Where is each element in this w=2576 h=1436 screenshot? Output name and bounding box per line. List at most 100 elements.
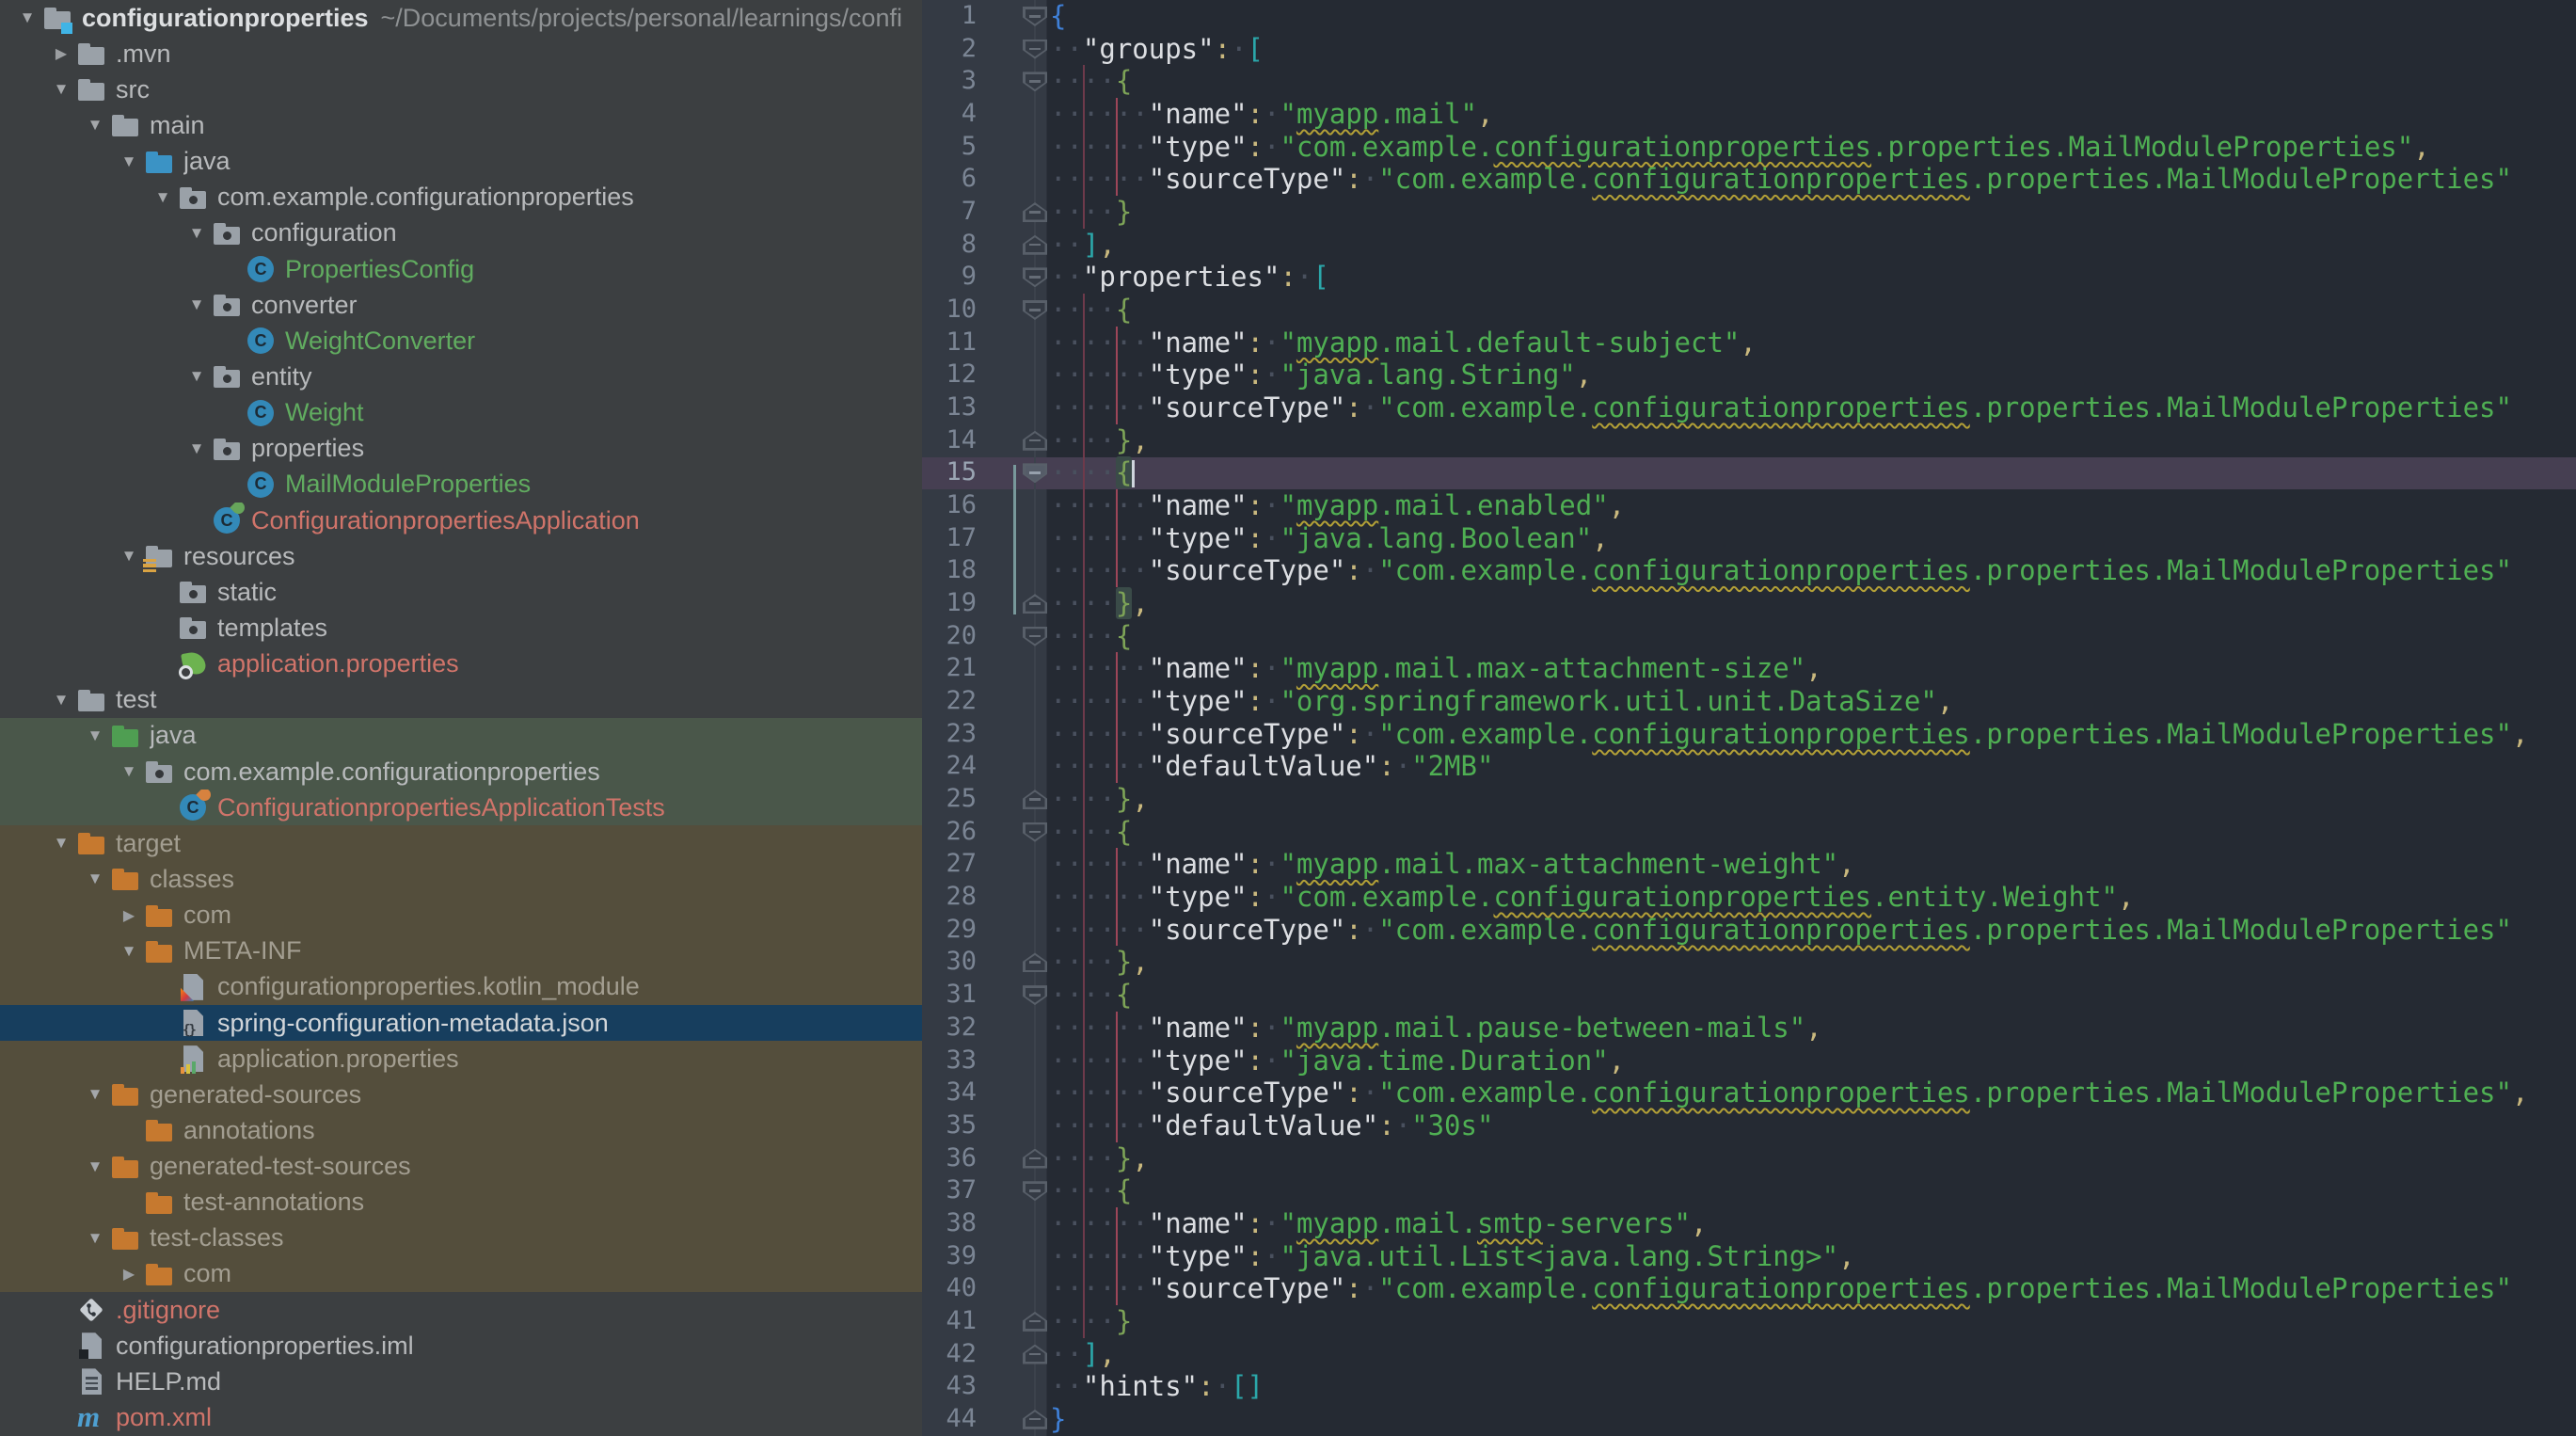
tree-item-com[interactable]: ▶ com [0, 897, 922, 933]
code-line[interactable]: ······"sourceType":·"com.example.configu… [1050, 717, 2576, 751]
code-line[interactable]: ······"sourceType":·"com.example.configu… [1050, 163, 2576, 197]
code-line[interactable]: ······"sourceType":·"com.example.configu… [1050, 1272, 2576, 1305]
line-number[interactable]: 4 [922, 98, 977, 131]
fold-start-icon[interactable] [1023, 72, 1047, 92]
line-number[interactable]: 24 [922, 750, 977, 783]
fold-start-icon[interactable] [1023, 463, 1047, 484]
fold-start-icon[interactable] [1023, 267, 1047, 288]
line-number[interactable]: 29 [922, 914, 977, 947]
chevron-right-icon[interactable]: ▶ [115, 906, 143, 925]
code-line[interactable]: ······"type":·"java.util.List<java.lang.… [1050, 1239, 2576, 1273]
tree-item-main[interactable]: ▼ main [0, 107, 922, 143]
code-line[interactable]: ····{ [1050, 815, 2576, 849]
tree-item-meta-inf[interactable]: ▼ META-INF [0, 933, 922, 969]
line-number[interactable]: 42 [922, 1338, 977, 1371]
tree-item-com-example-configurationproperties[interactable]: ▼ com.example.configurationproperties [0, 180, 922, 215]
line-number[interactable]: 6 [922, 163, 977, 196]
line-number[interactable]: 3 [922, 65, 977, 98]
line-number[interactable]: 40 [922, 1272, 977, 1305]
tree-item-weightconverter[interactable]: C WeightConverter [0, 323, 922, 359]
line-number[interactable]: 32 [922, 1012, 977, 1045]
fold-start-icon[interactable] [1023, 626, 1047, 646]
line-number[interactable]: 22 [922, 685, 977, 718]
line-number[interactable]: 27 [922, 848, 977, 881]
code-line[interactable]: ······"name":·"myapp.mail.pause-between-… [1050, 1011, 2576, 1045]
tree-item-templates[interactable]: templates [0, 610, 922, 646]
tree-item-static[interactable]: static [0, 574, 922, 610]
tree-item-configurationproperties[interactable]: ▼ configurationproperties ~/Documents/proj… [0, 0, 922, 36]
tree-item-configuration[interactable]: ▼ configuration [0, 215, 922, 251]
code-line[interactable]: ····}, [1050, 783, 2576, 816]
code-line[interactable]: ······"name":·"myapp.mail.smtp-servers", [1050, 1206, 2576, 1240]
tree-item-configurationproperties-kotlin-module[interactable]: configurationproperties.kotlin_module [0, 968, 922, 1005]
line-number[interactable]: 43 [922, 1370, 977, 1403]
line-number[interactable]: 31 [922, 979, 977, 1012]
fold-end-icon[interactable] [1023, 1311, 1047, 1332]
line-number[interactable]: 38 [922, 1207, 977, 1240]
code-line[interactable]: ··], [1050, 229, 2576, 262]
code-line[interactable]: ······"type":·"java.lang.Boolean", [1050, 521, 2576, 555]
tree-item-converter[interactable]: ▼ converter [0, 287, 922, 323]
fold-start-icon[interactable] [1023, 985, 1047, 1006]
chevron-down-icon[interactable]: ▼ [47, 691, 75, 710]
tree-item-target[interactable]: ▼ target [0, 825, 922, 862]
code-line[interactable]: ······"name":·"myapp.mail.default-subjec… [1050, 326, 2576, 359]
code-line[interactable]: ····}, [1050, 423, 2576, 457]
fold-end-icon[interactable] [1023, 430, 1047, 451]
code-line[interactable]: ····} [1050, 1304, 2576, 1338]
chevron-right-icon[interactable]: ▶ [115, 1265, 143, 1284]
tree-item-com[interactable]: ▶ com [0, 1255, 922, 1293]
code-line[interactable]: ··"hints":·[] [1050, 1370, 2576, 1403]
line-number[interactable]: 39 [922, 1240, 977, 1273]
chevron-down-icon[interactable]: ▼ [115, 942, 143, 961]
chevron-down-icon[interactable]: ▼ [183, 367, 211, 386]
tree-item-gitignore[interactable]: .gitignore [0, 1292, 922, 1328]
code-line[interactable]: ······"name":·"myapp.mail.enabled", [1050, 489, 2576, 522]
tree-item-classes[interactable]: ▼ classes [0, 861, 922, 898]
code-line[interactable]: ······"sourceType":·"com.example.configu… [1050, 391, 2576, 424]
fold-start-icon[interactable] [1023, 822, 1047, 842]
code-area[interactable]: {··"groups":·[····{······"name":·"myapp.… [1050, 0, 2576, 1436]
fold-end-icon[interactable] [1023, 594, 1047, 614]
code-line[interactable]: ······"sourceType":·"com.example.configu… [1050, 1077, 2576, 1109]
line-number[interactable]: 2 [922, 33, 977, 66]
chevron-down-icon[interactable]: ▼ [81, 870, 109, 888]
tree-item-properties[interactable]: ▼ properties [0, 431, 922, 467]
line-number[interactable]: 44 [922, 1403, 977, 1436]
tree-item-java[interactable]: ▼ java [0, 717, 922, 754]
tree-item-mailmoduleproperties[interactable]: C MailModuleProperties [0, 467, 922, 503]
chevron-down-icon[interactable]: ▼ [115, 152, 143, 171]
chevron-right-icon[interactable]: ▶ [47, 44, 75, 63]
tree-item-test[interactable]: ▼ test [0, 682, 922, 718]
line-number[interactable]: 7 [922, 196, 977, 229]
line-number[interactable]: 25 [922, 783, 977, 816]
code-line[interactable]: ······"type":·"java.time.Duration", [1050, 1044, 2576, 1077]
code-line[interactable]: ····{ [1050, 619, 2576, 653]
line-number[interactable]: 28 [922, 881, 977, 914]
fold-start-icon[interactable] [1023, 300, 1047, 321]
chevron-down-icon[interactable]: ▼ [47, 80, 75, 99]
code-line[interactable]: ··"groups":·[ [1050, 33, 2576, 66]
line-number[interactable]: 15 [922, 456, 977, 489]
code-line[interactable]: ····{ [1050, 294, 2576, 327]
fold-end-icon[interactable] [1023, 1344, 1047, 1364]
fold-end-icon[interactable] [1023, 234, 1047, 255]
code-line[interactable]: ······"name":·"myapp.mail.max-attachment… [1050, 848, 2576, 882]
tree-item-com-example-configurationproperties[interactable]: ▼ com.example.configurationproperties [0, 753, 922, 790]
line-number[interactable]: 35 [922, 1109, 977, 1142]
chevron-down-icon[interactable]: ▼ [13, 8, 41, 27]
line-number[interactable]: 41 [922, 1305, 977, 1338]
code-line[interactable]: ····{ [1050, 456, 2576, 490]
line-number[interactable]: 11 [922, 327, 977, 359]
code-line[interactable]: ····} [1050, 196, 2576, 229]
line-number[interactable]: 34 [922, 1077, 977, 1109]
code-line[interactable]: ····}, [1050, 1141, 2576, 1175]
chevron-down-icon[interactable]: ▼ [115, 547, 143, 566]
tree-item-test-classes[interactable]: ▼ test-classes [0, 1220, 922, 1256]
code-line[interactable]: ··], [1050, 1338, 2576, 1371]
line-number[interactable]: 8 [922, 229, 977, 262]
code-line[interactable]: ······"name":·"myapp.mail", [1050, 98, 2576, 131]
code-line[interactable]: ······"defaultValue":·"30s" [1050, 1109, 2576, 1142]
line-number[interactable]: 16 [922, 489, 977, 522]
fold-end-icon[interactable] [1023, 952, 1047, 973]
